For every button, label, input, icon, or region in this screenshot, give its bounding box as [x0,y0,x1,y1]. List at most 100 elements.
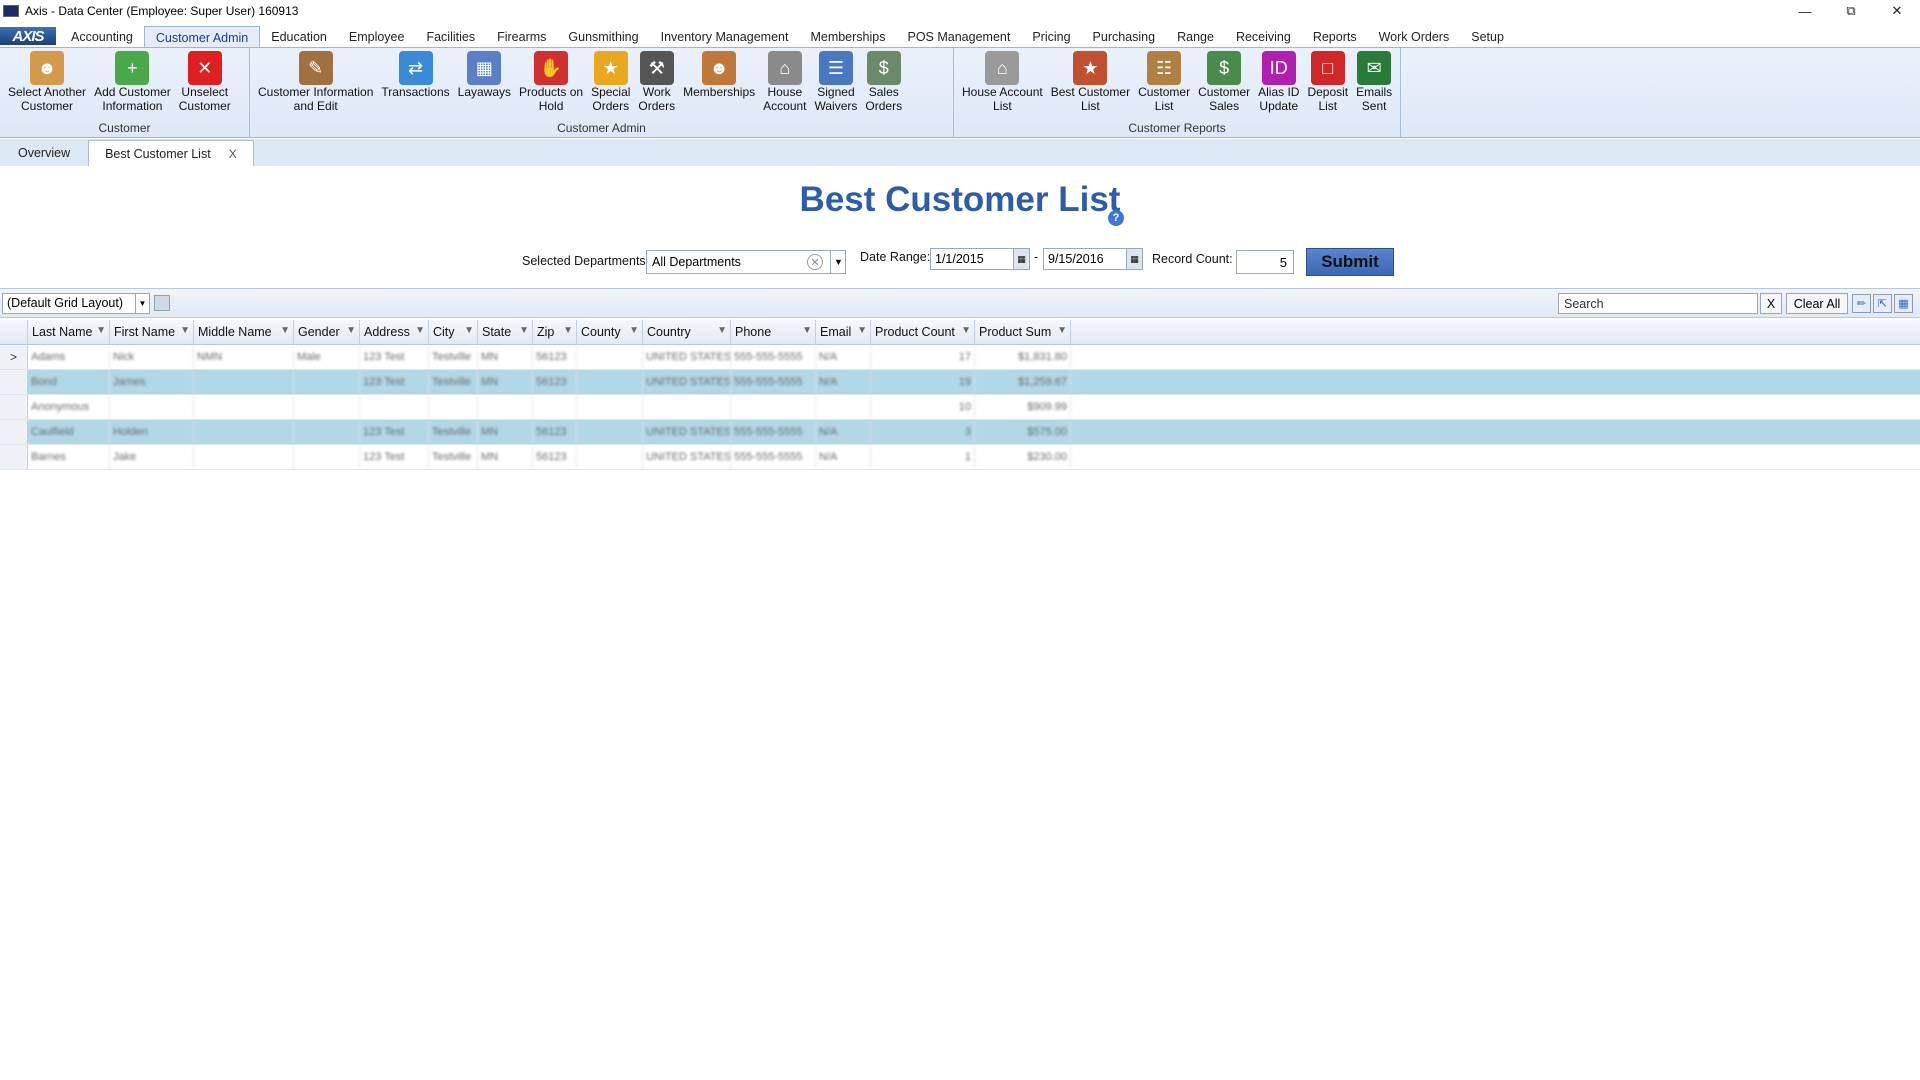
tab-accounting[interactable]: Accounting [60,26,144,48]
filter-icon[interactable]: ▼ [464,325,474,336]
column-header-country[interactable]: Country ▼ [643,320,731,344]
tab-memberships[interactable]: Memberships [799,26,896,48]
row-selector[interactable] [0,370,28,394]
tab-overview[interactable]: Overview [0,140,88,166]
export-icon[interactable]: ⇱ [1873,294,1892,313]
calendar-icon[interactable]: ▦ [1126,249,1142,269]
column-chooser-icon[interactable]: ▦ [1894,294,1913,313]
cell-product-sum: $909.99 [975,395,1071,419]
close-button[interactable]: ✕ [1874,0,1920,22]
tab-customer-admin[interactable]: Customer Admin [143,26,261,48]
clear-all-button[interactable]: Clear All [1786,293,1848,314]
table-row[interactable]: Bond James 123 Test Testville MN 56123 UNITED … [0,370,1920,395]
cell-last-name: Adams [28,345,110,369]
tab-employee[interactable]: Employee [338,26,416,48]
column-header-last-name[interactable]: Last Name ▼ [28,320,110,344]
row-selector[interactable] [0,445,28,469]
ribbon: ☻ Select Another Customer + Add Customer In… [0,47,1920,138]
cell-first-name: Jake [110,445,194,469]
filter-icon[interactable]: ▼ [415,325,425,336]
tools-icon: ⚒ [639,51,674,85]
tab-firearms[interactable]: Firearms [486,26,557,48]
chevron-down-icon[interactable]: ▼ [830,250,846,274]
search-clear-button[interactable]: X [1760,293,1782,314]
person-edit-icon: ✎ [298,51,333,85]
filter-icon[interactable]: ▼ [346,325,356,336]
table-row[interactable]: > Adams Nick NMN Male 123 Test Testville MN 5612… [0,345,1920,370]
clear-departments-icon[interactable]: ✕ [807,254,823,270]
column-header-product-count[interactable]: Product Count ▼ [871,320,975,344]
column-header-label: County [581,325,621,339]
filter-icon[interactable]: ▼ [629,325,639,336]
close-tab-icon[interactable]: X [229,147,237,161]
row-selector[interactable]: > [0,345,28,369]
page-title: Best Customer List [799,180,1121,219]
pin-icon[interactable]: ✏ [1852,294,1871,313]
table-row[interactable]: Anonymous 10 $909.99 [0,395,1920,420]
column-header-city[interactable]: City ▼ [429,320,478,344]
filter-icon[interactable]: ▼ [961,325,971,336]
tab-pos-management[interactable]: POS Management [896,26,1021,48]
chevron-down-icon[interactable]: ▼ [135,294,149,313]
filter-icon[interactable]: ▼ [717,325,727,336]
tab-education[interactable]: Education [260,26,338,48]
star-list-icon: ★ [1073,51,1108,85]
tab-range[interactable]: Range [1166,26,1225,48]
filter-icon[interactable]: ▼ [180,325,190,336]
record-count-input[interactable]: 5 [1236,250,1294,274]
stop-hand-icon: ✋ [534,51,569,85]
calendar-icon[interactable]: ▦ [1013,249,1029,269]
column-header-state[interactable]: State ▼ [478,320,533,344]
column-header-gender[interactable]: Gender ▼ [294,320,360,344]
save-layout-icon[interactable] [154,295,170,311]
column-header-county[interactable]: County ▼ [577,320,643,344]
tab-work-orders[interactable]: Work Orders [1368,26,1461,48]
tab-best-customer-list[interactable]: Best Customer List X [88,140,254,166]
axis-logo: AXIS [0,27,56,45]
tab-gunsmithing[interactable]: Gunsmithing [557,26,649,48]
column-header-address[interactable]: Address ▼ [360,320,429,344]
column-header-first-name[interactable]: First Name ▼ [110,320,194,344]
row-selector[interactable] [0,420,28,444]
filter-icon[interactable]: ▼ [1057,325,1067,336]
filter-icon[interactable]: ▼ [280,325,290,336]
minimize-button[interactable]: — [1782,0,1828,22]
help-icon[interactable]: ? [1108,210,1124,226]
table-row[interactable]: Caulfield Holden 123 Test Testville MN 56123 U… [0,420,1920,445]
column-header-phone[interactable]: Phone ▼ [731,320,816,344]
tab-pricing[interactable]: Pricing [1021,26,1081,48]
tab-label: Overview [18,146,71,160]
search-input[interactable]: Search [1558,293,1758,314]
tab-receiving[interactable]: Receiving [1225,26,1302,48]
filter-icon[interactable]: ▼ [519,325,529,336]
column-header-product-sum[interactable]: Product Sum ▼ [975,320,1071,344]
column-header-zip[interactable]: Zip ▼ [533,320,577,344]
submit-button[interactable]: Submit [1306,248,1394,276]
tab-reports[interactable]: Reports [1302,26,1368,48]
row-selector[interactable] [0,395,28,419]
ribbon-button-label: House Account List [962,85,1043,113]
filter-icon[interactable]: ▼ [96,325,106,336]
customer-grid: Last Name ▼ First Name ▼ Middle Name ▼ Gender ▼… [0,320,1920,470]
ribbon-tabs: AXIS Accounting Customer Admin Education Em… [0,24,1920,48]
tab-setup[interactable]: Setup [1460,26,1515,48]
column-header-middle-name[interactable]: Middle Name ▼ [194,320,294,344]
filter-icon[interactable]: ▼ [857,325,867,336]
ribbon-button-label: Best Customer List [1050,85,1131,113]
filter-icon[interactable]: ▼ [563,325,573,336]
date-from-input[interactable]: 1/1/2015 ▦ [930,248,1030,270]
restore-button[interactable]: ⧉ [1828,0,1874,22]
date-to-input[interactable]: 9/15/2016 ▦ [1043,248,1143,270]
filter-icon[interactable]: ▼ [802,325,812,336]
departments-select[interactable]: All Departments ✕ [646,250,846,274]
cell-email [816,395,871,419]
tab-facilities[interactable]: Facilities [415,26,486,48]
tab-purchasing[interactable]: Purchasing [1082,26,1167,48]
table-row[interactable]: Barnes Jake 123 Test Testville MN 56123 UNITED… [0,445,1920,470]
tab-inventory-management[interactable]: Inventory Management [650,26,800,48]
column-header-label: Zip [537,325,555,339]
cell-zip: 56123 [533,370,577,394]
grid-layout-select[interactable]: (Default Grid Layout) ▼ [2,293,150,314]
cell-city: Testville [429,370,478,394]
column-header-email[interactable]: Email ▼ [816,320,871,344]
